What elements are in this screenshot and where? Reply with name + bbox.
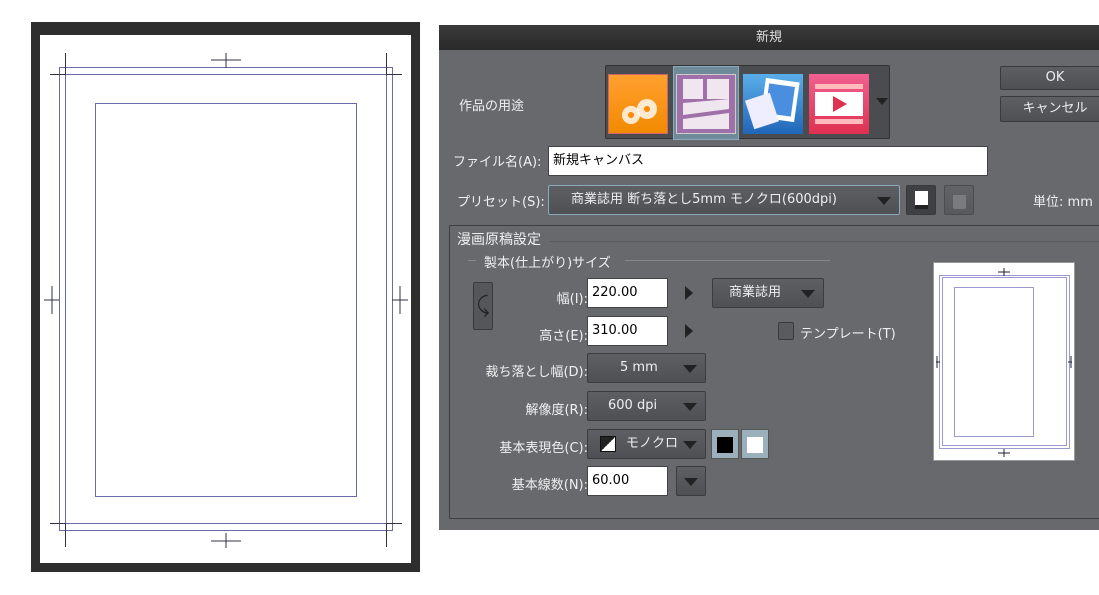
height-input[interactable]: 310.00 [587, 316, 668, 346]
canvas-page [40, 35, 411, 563]
preset-dropdown[interactable]: 商業誌用 断ち落とし5mm モノクロ(600dpi) [548, 185, 900, 215]
ok-button[interactable]: OK [1000, 66, 1099, 90]
filename-input[interactable]: 新規キャンバス [548, 146, 988, 176]
bleed-label: 裁ち落とし幅(D): [485, 365, 588, 380]
color-mode-label: 基本表現色(C): [499, 441, 588, 456]
chevron-down-icon [684, 478, 698, 486]
page-guides [44, 53, 408, 548]
animation-icon[interactable] [809, 74, 869, 134]
manga-section-title: 漫画原稿設定 [457, 232, 541, 248]
line-count-label: 基本線数(N): [511, 478, 588, 493]
trash-icon [953, 195, 966, 209]
chevron-down-icon [801, 290, 815, 298]
resolution-label: 解像度(R): [525, 403, 588, 418]
width-label: 幅(I): [556, 292, 588, 307]
chevron-down-icon [683, 403, 697, 411]
line-count-input[interactable]: 60.00 [587, 466, 668, 496]
unit-value[interactable]: mm [1068, 195, 1093, 210]
unit-label: 単位: [1033, 195, 1064, 210]
purpose-selector [605, 65, 890, 140]
manga-settings-group: 漫画原稿設定 製本(仕上がり)サイズ ⤹ 幅(I): 220.00 商業誌用 高… [449, 225, 1099, 519]
template-checkbox[interactable] [778, 322, 794, 340]
page-preview-thumbnail [933, 262, 1075, 461]
template-label: テンプレート(T) [800, 327, 896, 342]
chevron-down-icon [683, 365, 697, 373]
preset-label: プリセット(S): [457, 195, 545, 210]
delete-preset-button[interactable] [944, 185, 974, 215]
height-arrow-icon[interactable] [685, 324, 693, 338]
width-arrow-icon[interactable] [685, 286, 693, 300]
color-mode-dropdown[interactable]: モノクロ [587, 429, 706, 459]
width-input[interactable]: 220.00 [587, 278, 668, 308]
line-count-dropdown[interactable] [676, 466, 706, 496]
purpose-dropdown-icon[interactable] [876, 98, 888, 105]
chevron-down-icon [877, 197, 891, 205]
size-section-title: 製本(仕上がり)サイズ [484, 256, 611, 271]
new-canvas-dialog: 新規 作品の用途 OK キャンセル ファイル名(A): 新規キャンバス プリセッ… [439, 25, 1099, 530]
black-color-button[interactable] [711, 429, 739, 459]
cancel-button[interactable]: キャンセル [1000, 96, 1099, 122]
save-preset-button[interactable] [906, 185, 936, 215]
tablet-icon [915, 191, 928, 209]
purpose-label: 作品の用途 [459, 99, 525, 114]
illustration-icon[interactable] [608, 74, 668, 134]
filename-label: ファイル名(A): [453, 155, 542, 170]
size-preset-dropdown[interactable]: 商業誌用 [712, 278, 824, 308]
chevron-down-icon [683, 441, 697, 449]
bleed-dropdown[interactable]: 5 mm [587, 353, 706, 383]
photo-icon[interactable] [743, 74, 803, 134]
rotate-icon: ⤹ [476, 293, 490, 318]
height-label: 高さ(E): [539, 329, 588, 344]
monochrome-icon [600, 436, 616, 452]
resolution-dropdown[interactable]: 600 dpi [587, 391, 706, 421]
dialog-title: 新規 [439, 25, 1099, 50]
comic-icon[interactable] [676, 74, 736, 134]
white-color-button[interactable] [741, 429, 769, 459]
